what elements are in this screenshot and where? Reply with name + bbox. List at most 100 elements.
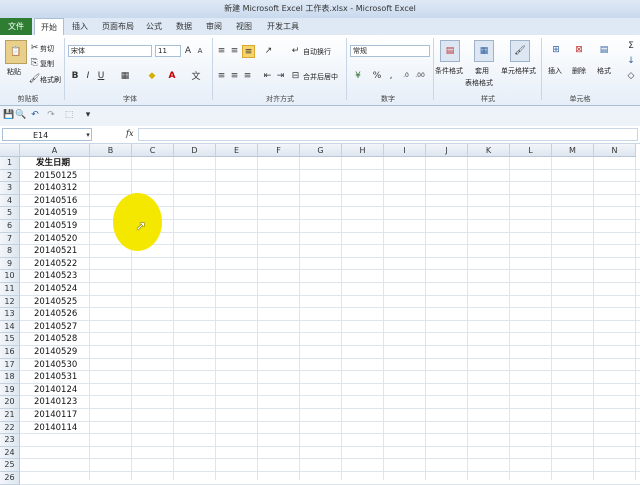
percent-icon[interactable]: %	[372, 70, 382, 81]
font-size-select[interactable]: 11	[155, 45, 181, 57]
orientation-icon[interactable]: ↗	[262, 45, 275, 56]
align-center-icon[interactable]: ≡	[229, 70, 240, 81]
table-cell[interactable]: 20140525	[34, 296, 77, 309]
currency-icon[interactable]: ¥	[352, 70, 364, 81]
merge-center-icon[interactable]: ⊟	[290, 70, 301, 81]
table-cell[interactable]: 20140530	[34, 359, 77, 372]
format-cells-button[interactable]: 格式	[597, 66, 611, 76]
conditional-format-button[interactable]: 条件格式	[435, 66, 463, 76]
print-preview-icon[interactable]: 🔍	[15, 110, 26, 120]
table-cell[interactable]: 20140117	[34, 409, 77, 422]
cell-style-icon[interactable]: 🖌	[510, 40, 530, 62]
row-header-21[interactable]: 21	[0, 409, 20, 422]
chevron-down-icon[interactable]: ▾	[84, 130, 92, 139]
tab-home[interactable]: 开始	[34, 18, 64, 36]
comma-icon[interactable]: ,	[386, 70, 396, 81]
clear-icon[interactable]: ◇	[626, 70, 636, 81]
column-header-d[interactable]: D	[174, 144, 216, 157]
row-header-17[interactable]: 17	[0, 358, 20, 372]
table-cell[interactable]: 20140524	[34, 283, 77, 296]
column-header-k[interactable]: K	[468, 144, 510, 157]
font-color-icon[interactable]: A	[166, 70, 178, 81]
row-header-12[interactable]: 12	[0, 295, 20, 309]
format-cells-icon[interactable]: ▤	[596, 40, 612, 60]
increase-indent-icon[interactable]: ⇥	[275, 70, 286, 81]
table-format-icon[interactable]: ▦	[474, 40, 494, 62]
row-header-14[interactable]: 14	[0, 320, 20, 334]
column-header-f[interactable]: F	[258, 144, 300, 157]
insert-cells-button[interactable]: 插入	[548, 66, 562, 76]
row-header-25[interactable]: 25	[0, 459, 20, 472]
bold-icon[interactable]: B	[70, 70, 80, 81]
formula-input[interactable]	[138, 128, 638, 141]
align-right-icon[interactable]: ≡	[242, 70, 253, 81]
column-header-l[interactable]: L	[510, 144, 552, 157]
table-cell[interactable]: 20140521	[34, 245, 77, 258]
redo-icon[interactable]: ↷	[46, 110, 56, 120]
column-header-g[interactable]: G	[300, 144, 342, 157]
save-icon[interactable]: 💾	[3, 110, 14, 120]
customize-toolbar-icon[interactable]: ▾	[84, 110, 92, 120]
row-header-2[interactable]: 2	[0, 169, 20, 183]
row-header-5[interactable]: 5	[0, 207, 20, 220]
phonetic-icon[interactable]: 文	[190, 70, 202, 82]
wrap-text-button[interactable]: 自动换行	[303, 47, 331, 57]
row-header-15[interactable]: 15	[0, 333, 20, 346]
column-header-n[interactable]: N	[594, 144, 636, 157]
align-top-icon[interactable]: ≡	[216, 45, 227, 56]
table-cell[interactable]: 20140528	[34, 333, 77, 346]
row-header-26[interactable]: 26	[0, 472, 20, 485]
copy-button[interactable]: 复制	[40, 59, 54, 69]
decrease-decimal-icon[interactable]: .00	[414, 70, 426, 81]
tab-formulas[interactable]: 公式	[140, 18, 168, 35]
undo-icon[interactable]: ↶	[30, 110, 40, 120]
row-header-7[interactable]: 7	[0, 232, 20, 246]
tab-view[interactable]: 视图	[230, 18, 258, 35]
table-cell[interactable]: 20140520	[34, 233, 77, 246]
align-left-icon[interactable]: ≡	[216, 70, 227, 81]
number-format-select[interactable]: 常规	[350, 45, 430, 57]
table-cell[interactable]: 20140531	[34, 371, 77, 384]
row-header-13[interactable]: 13	[0, 308, 20, 321]
select-icon[interactable]: ⬚	[64, 110, 74, 120]
cell-style-button[interactable]: 单元格样式	[501, 66, 536, 76]
column-header-c[interactable]: C	[132, 144, 174, 157]
tab-insert[interactable]: 插入	[66, 18, 94, 35]
table-cell[interactable]: 20140124	[34, 384, 77, 397]
merge-center-button[interactable]: 合并后居中	[303, 72, 338, 82]
column-header-h[interactable]: H	[342, 144, 384, 157]
row-header-10[interactable]: 10	[0, 270, 20, 283]
column-header-j[interactable]: J	[426, 144, 468, 157]
table-cell[interactable]: 20140523	[34, 270, 77, 283]
table-cell[interactable]: 20140522	[34, 258, 77, 271]
fill-color-icon[interactable]: ◆	[146, 70, 158, 81]
column-header-m[interactable]: M	[552, 144, 594, 157]
cut-button[interactable]: 剪切	[40, 44, 54, 54]
row-header-9[interactable]: 9	[0, 257, 20, 271]
insert-cells-icon[interactable]: ⊞	[548, 40, 564, 60]
table-format-label[interactable]: 表格格式	[465, 78, 493, 88]
delete-cells-button[interactable]: 删除	[572, 66, 586, 76]
fill-icon[interactable]: ↓	[626, 55, 636, 66]
align-middle-icon[interactable]: ≡	[229, 45, 240, 56]
column-header-b[interactable]: B	[90, 144, 132, 157]
table-cell[interactable]: 20140529	[34, 346, 77, 359]
row-header-24[interactable]: 24	[0, 446, 20, 460]
underline-icon[interactable]: U	[96, 70, 106, 81]
row-header-22[interactable]: 22	[0, 421, 20, 435]
column-header-a[interactable]: A	[20, 144, 90, 157]
column-header-i[interactable]: I	[384, 144, 426, 157]
row-header-19[interactable]: 19	[0, 383, 20, 397]
copy-icon[interactable]: ⎘	[30, 58, 39, 68]
table-format-button[interactable]: 套用	[475, 66, 489, 76]
row-header-20[interactable]: 20	[0, 396, 20, 409]
table-cell[interactable]: 20140123	[34, 396, 77, 409]
table-cell[interactable]: 20140519	[34, 220, 77, 233]
tab-developer[interactable]: 开发工具	[262, 18, 304, 35]
font-name-select[interactable]: 宋体	[68, 45, 152, 57]
increase-decimal-icon[interactable]: .0	[400, 70, 412, 81]
brush-icon[interactable]: 🖌	[29, 74, 40, 84]
scissors-icon[interactable]: ✂	[30, 43, 39, 53]
decrease-indent-icon[interactable]: ⇤	[262, 70, 273, 81]
tab-review[interactable]: 审阅	[200, 18, 228, 35]
